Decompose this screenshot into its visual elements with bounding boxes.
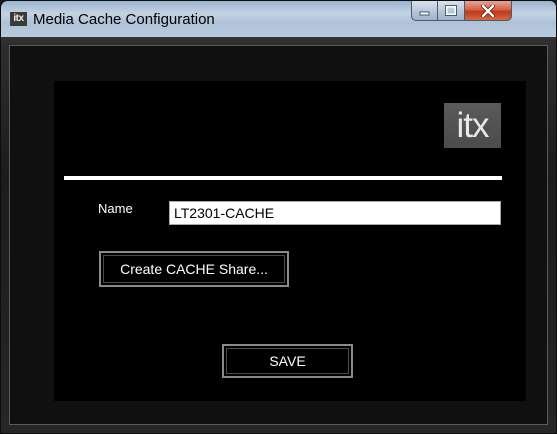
maximize-icon xyxy=(445,5,457,16)
itx-app-icon: itx xyxy=(10,12,27,26)
save-button[interactable]: SAVE xyxy=(222,344,353,378)
config-panel: itx Name Create CACHE Share... SAVE xyxy=(54,81,526,401)
close-button[interactable] xyxy=(465,1,512,21)
minimize-icon xyxy=(419,11,430,16)
client-area: itx Name Create CACHE Share... SAVE xyxy=(9,45,548,425)
window-controls xyxy=(411,1,512,22)
maximize-button[interactable] xyxy=(438,1,465,21)
close-icon xyxy=(481,4,495,17)
media-cache-window: itx Media Cache Configuration itx Name L… xyxy=(0,0,557,434)
save-button-label: SAVE xyxy=(226,348,349,374)
window-title: Media Cache Configuration xyxy=(33,11,215,28)
itx-logo: itx xyxy=(444,103,501,148)
create-cache-share-label: Create CACHE Share... xyxy=(103,255,285,283)
name-input[interactable] xyxy=(169,201,501,225)
create-cache-share-button[interactable]: Create CACHE Share... xyxy=(99,251,289,287)
name-label: Name xyxy=(98,201,133,216)
title-bar[interactable]: itx Media Cache Configuration xyxy=(1,1,556,37)
header-divider xyxy=(64,176,502,180)
minimize-button[interactable] xyxy=(411,1,438,21)
